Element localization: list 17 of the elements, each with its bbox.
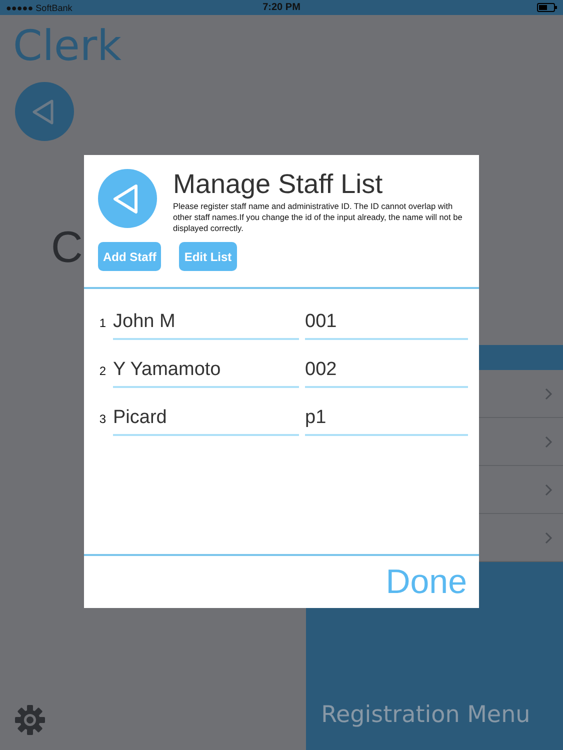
dialog-description: Please register staff name and administrative ID. The ID cannot overlap with other staff names.If you change the id of the input already, the name will not be displayed correctly. — [173, 201, 464, 234]
row-number: 3 — [98, 412, 107, 426]
chevron-icon — [545, 532, 553, 544]
settings-icon[interactable] — [14, 704, 46, 736]
clock-text: 7:20 PM — [262, 2, 300, 13]
row-number: 2 — [98, 364, 107, 378]
heading-text: C — [51, 223, 83, 273]
triangle-icon — [30, 98, 56, 126]
chevron-icon — [545, 388, 553, 400]
dialog-title: Manage Staff List — [173, 169, 384, 199]
triangle-icon — [110, 182, 140, 214]
chevron-icon — [545, 484, 553, 496]
app-title: Clerk — [13, 20, 122, 72]
row-number: 1 — [98, 316, 107, 330]
chevron-icon — [545, 436, 553, 448]
carrier-text: ●●●●● SoftBank — [6, 2, 72, 12]
battery-icon — [537, 3, 557, 12]
